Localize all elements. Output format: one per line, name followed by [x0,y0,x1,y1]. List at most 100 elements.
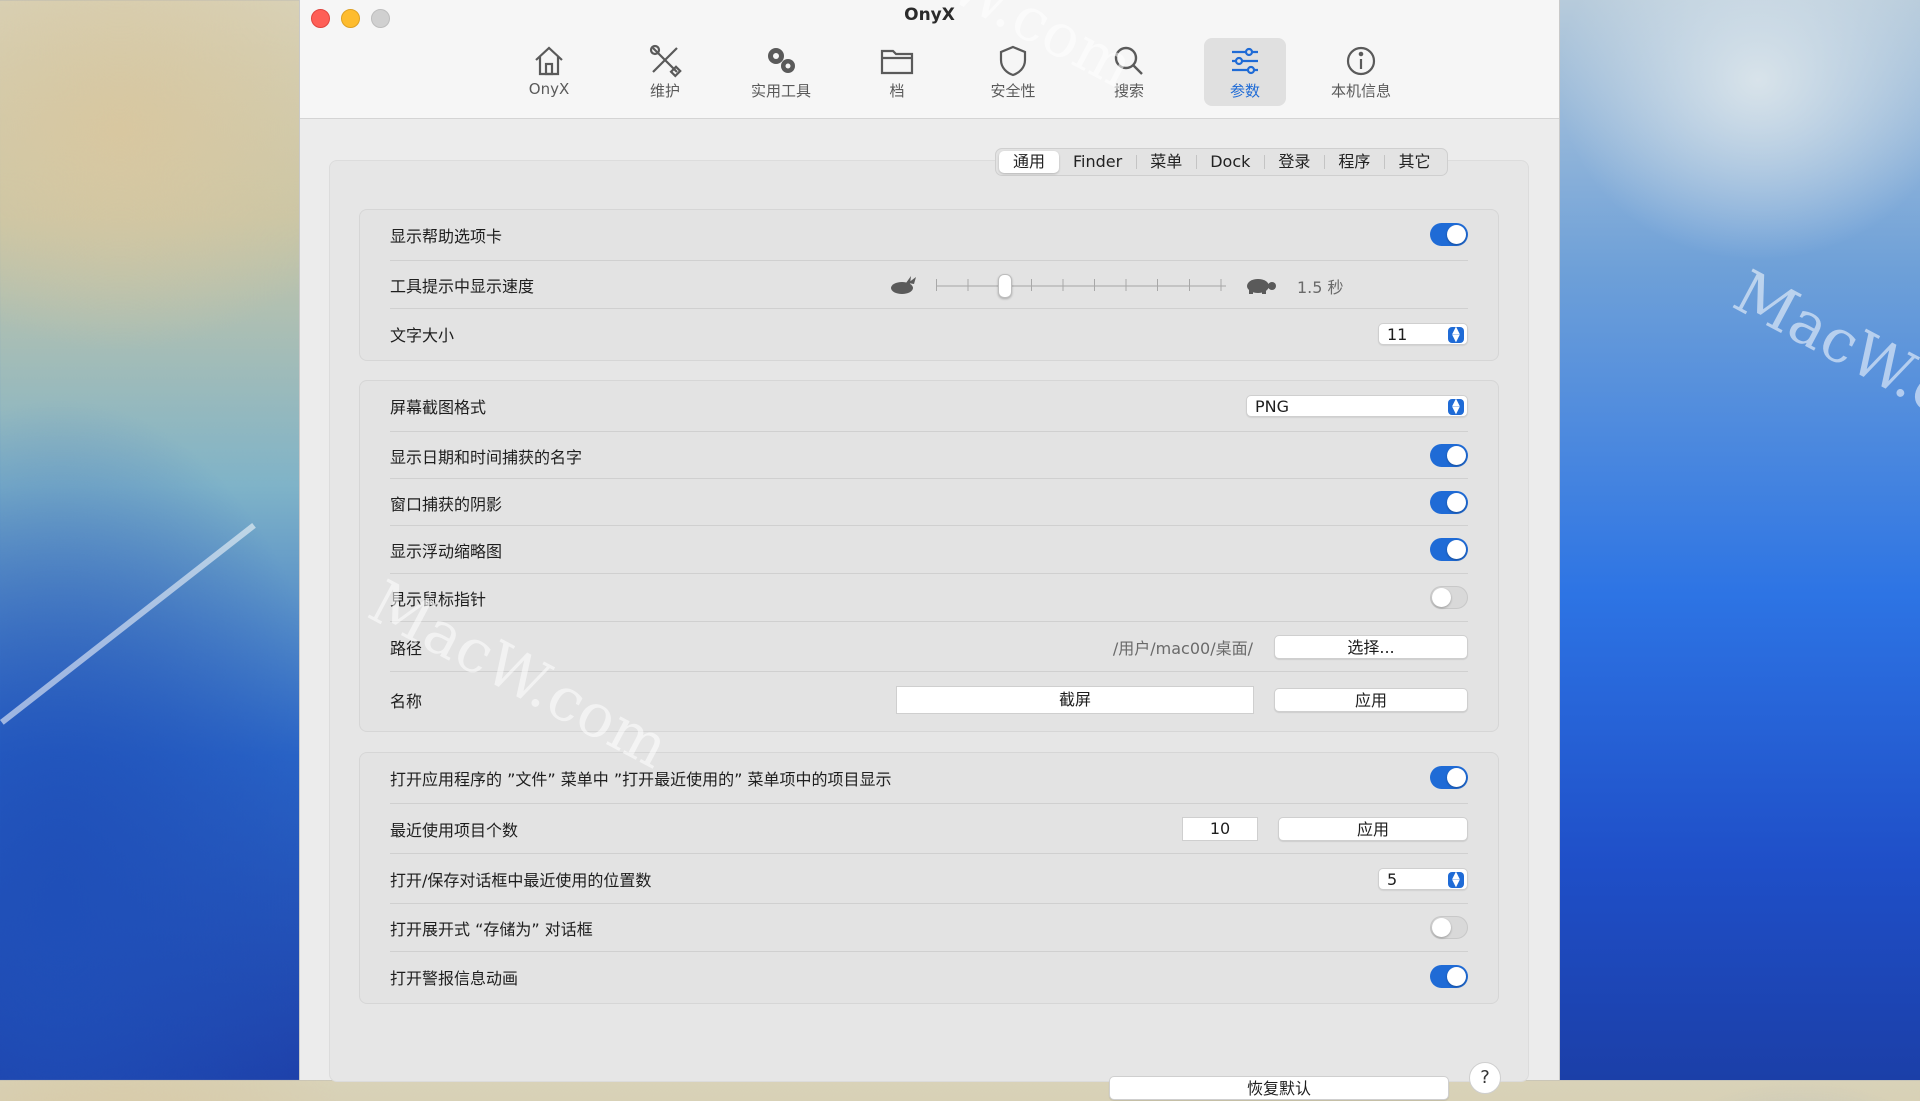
screenshot-format-value: PNG [1255,397,1290,416]
setting-row: 打开警报信息动画 [390,951,1468,1001]
setting-label: 路径 [390,639,423,658]
recent-items-toggle[interactable] [1430,766,1468,789]
toolbar-label: 维护 [649,82,680,100]
apply-name-button[interactable]: 应用 [1274,687,1468,712]
desktop-wallpaper-streak [0,522,256,725]
setting-row: 显示日期和时间捕获的名字 [390,431,1468,479]
tab-finder[interactable]: Finder [1059,151,1136,173]
toolbar-item-search[interactable]: 搜索 [1088,38,1170,106]
setting-row: 屏幕截图格式 PNG ▲ ▼ [390,381,1468,431]
slider-ticks [936,279,1226,291]
setting-row: 名称 截屏 应用 [390,671,1468,727]
onyx-window: OnyX OnyX 维护 实用工具 档 安全性 搜索 参数 本机信息 通用 Fi… [299,0,1560,1100]
text-size-select[interactable]: 11 ▲ ▼ [1378,322,1468,345]
rabbit-icon [891,276,916,294]
chevron-updown-icon: ▲ ▼ [1448,325,1464,343]
window-shadow-toggle[interactable] [1430,490,1468,514]
setting-row: 打开/保存对话框中最近使用的位置数 5 ▲ ▼ [390,853,1468,904]
setting-row: 打开应用程序的 ”文件” 菜单中 ”打开最近使用的” 菜单项中的项目显示 [390,753,1468,803]
window-title: OnyX [904,5,955,25]
show-cursor-toggle[interactable] [1430,586,1468,609]
toolbar-label: 本机信息 [1330,82,1391,100]
setting-row: 見示鼠标指针 [390,573,1468,622]
setting-label: 打开警报信息动画 [390,968,519,988]
chevron-updown-icon: ▲ ▼ [1448,871,1464,889]
screenshot-path-value: /用户/mac00/桌面/ [1112,639,1253,658]
toolbar-label: 实用工具 [750,82,811,100]
setting-label: 显示日期和时间捕获的名字 [390,447,583,467]
setting-label: 显示浮动缩略图 [390,542,503,561]
tab-applications[interactable]: 程序 [1324,151,1384,173]
toolbar-item-security[interactable]: 安全性 [972,38,1054,106]
toolbar-label: OnyX [528,80,570,98]
setting-label: 显示帮助选项卡 [390,227,503,246]
alert-animation-toggle[interactable] [1430,964,1468,988]
tooltip-speed-value: 1.5 秒 [1297,278,1344,297]
tooltip-speed-slider[interactable]: 1.5 秒 [888,261,1468,309]
house-icon [535,46,563,76]
sliders-icon [1232,47,1258,75]
setting-row: 窗口捕获的阴影 [390,478,1468,526]
setting-label: 見示鼠标指针 [390,590,487,609]
slider-knob[interactable] [998,274,1012,298]
chevron-updown-icon: ▲ ▼ [1448,398,1464,416]
info-icon [1346,46,1376,76]
recent-count-input[interactable]: 10 [1182,817,1258,841]
setting-row: 显示帮助选项卡 [390,210,1468,260]
setting-row: 最近使用项目个数 10 应用 [390,803,1468,854]
toolbar-label: 安全性 [990,82,1036,100]
setting-label: 最近使用项目个数 [390,821,519,840]
settings-group-general: 显示帮助选项卡 工具提示中显示速度 1.5 秒 文字大小 11 ▲ ▼ [359,209,1499,361]
toolbar-item-parameters[interactable]: 参数 [1204,38,1286,106]
toolbar-item-maintenance[interactable]: 维护 [624,38,706,106]
help-button[interactable]: ? [1469,1062,1501,1094]
toolbar-item-info[interactable]: 本机信息 [1320,38,1402,106]
setting-row: 显示浮动缩略图 [390,525,1468,574]
expand-save-as-toggle[interactable] [1430,916,1468,939]
screenshot-name-input[interactable]: 截屏 [896,685,1254,714]
desktop-wallpaper-right [1558,0,1920,1080]
shield-icon [999,45,1027,77]
show-date-name-toggle[interactable] [1430,443,1468,467]
setting-label: 打开/保存对话框中最近使用的位置数 [390,871,652,890]
setting-label: 文字大小 [390,325,455,345]
setting-row: 工具提示中显示速度 1.5 秒 [390,260,1468,309]
folder-icon [880,49,914,75]
apply-recent-count-button[interactable]: 应用 [1278,817,1468,841]
floating-thumbnail-toggle[interactable] [1430,538,1468,561]
setting-label: 工具提示中显示速度 [390,277,535,296]
recent-places-value: 5 [1387,870,1398,889]
setting-row: 打开展开式 “存储为” 对话框 [390,903,1468,952]
title-bar: OnyX OnyX 维护 实用工具 档 安全性 搜索 参数 本机信息 [300,0,1559,119]
setting-label: 屏幕截图格式 [390,398,487,417]
toolbar-label: 档 [889,82,905,100]
toolbar-item-utilities[interactable]: 实用工具 [740,38,822,106]
settings-group-recent: 打开应用程序的 ”文件” 菜单中 ”打开最近使用的” 菜单项中的项目显示 最近使… [359,752,1499,1004]
tab-menu[interactable]: 菜单 [1136,151,1196,173]
toolbar-item-onyx[interactable]: OnyX [508,38,590,106]
tab-bar: 通用 Finder 菜单 Dock 登录 程序 其它 [995,148,1449,176]
screenshot-format-select[interactable]: PNG ▲ ▼ [1246,395,1468,417]
search-icon [1114,46,1143,75]
turtle-icon [1247,279,1276,294]
tab-other[interactable]: 其它 [1384,151,1444,173]
show-help-tab-toggle[interactable] [1430,223,1468,246]
toolbar-label: 参数 [1229,82,1260,100]
setting-label: 打开应用程序的 ”文件” 菜单中 ”打开最近使用的” 菜单项中的项目显示 [390,770,892,789]
setting-row: 文字大小 11 ▲ ▼ [390,308,1468,358]
toolbar-item-files[interactable]: 档 [856,38,938,106]
tab-general[interactable]: 通用 [999,151,1060,173]
setting-row: 路径 /用户/mac00/桌面/ 选择... [390,621,1468,672]
gears-icon [768,48,795,73]
setting-label: 名称 [390,691,423,711]
setting-label: 窗口捕获的阴影 [390,494,503,514]
tab-login[interactable]: 登录 [1264,151,1324,173]
choose-path-button[interactable]: 选择... [1274,635,1468,659]
toolbar-label: 搜索 [1113,82,1144,100]
recent-places-select[interactable]: 5 ▲ ▼ [1378,868,1468,890]
setting-label: 打开展开式 “存储为” 对话框 [390,920,593,939]
tab-dock[interactable]: Dock [1196,151,1264,173]
text-size-value: 11 [1387,324,1408,344]
tools-icon [649,44,682,78]
settings-group-screenshot: 屏幕截图格式 PNG ▲ ▼ 显示日期和时间捕获的名字 窗口捕获的阴影 显示浮动缩… [359,380,1499,732]
